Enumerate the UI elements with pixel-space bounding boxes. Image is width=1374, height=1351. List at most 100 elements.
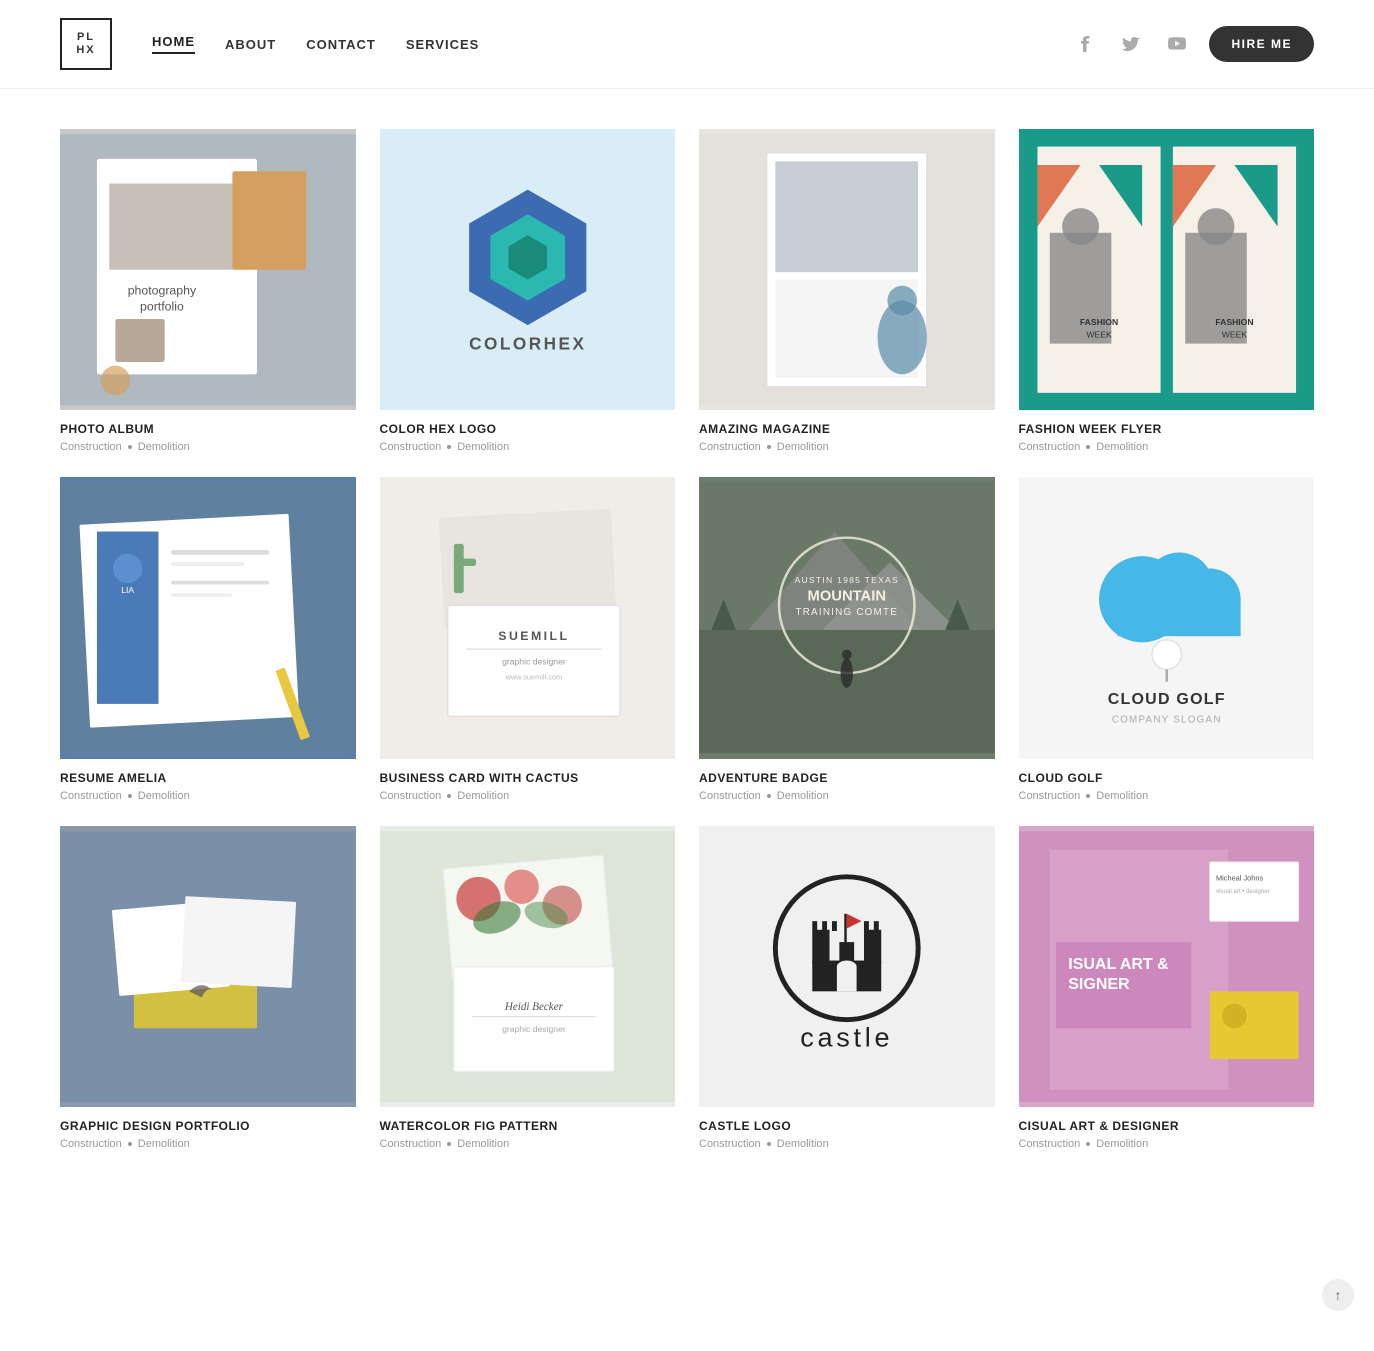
svg-text:Heidi Becker: Heidi Becker bbox=[503, 1001, 563, 1013]
logo-line2: HX bbox=[76, 44, 95, 57]
portfolio-image-cloud-golf: CLOUD GOLF COMPANY SLOGAN bbox=[1019, 477, 1315, 758]
meta-dot bbox=[767, 445, 771, 449]
portfolio-meta-photo-album: Construction Demolition bbox=[60, 441, 356, 453]
svg-text:SIGNER: SIGNER bbox=[1068, 976, 1130, 993]
portfolio-meta-castle-logo: Construction Demolition bbox=[699, 1138, 995, 1150]
portfolio-image-color-hex: COLORHEX bbox=[380, 129, 676, 410]
nav-about[interactable]: ABOUT bbox=[225, 37, 276, 52]
twitter-icon[interactable] bbox=[1117, 30, 1145, 58]
portfolio-item-business-card[interactable]: SUEMILL graphic designer www.suemill.com… bbox=[380, 477, 676, 801]
portfolio-item-cisual[interactable]: ISUAL ART & SIGNER Micheal Johns visual … bbox=[1019, 826, 1315, 1150]
svg-text:AUSTIN 1985 TEXAS: AUSTIN 1985 TEXAS bbox=[794, 576, 899, 586]
nav-home[interactable]: HOME bbox=[152, 34, 195, 54]
nav-contact[interactable]: CONTACT bbox=[306, 37, 376, 52]
svg-text:COLORHEX: COLORHEX bbox=[469, 334, 586, 354]
portfolio-title-cloud-golf: CLOUD GOLF bbox=[1019, 771, 1315, 785]
svg-text:graphic designer: graphic designer bbox=[502, 657, 566, 667]
header: PL HX HOME ABOUT CONTACT SERVICES HIRE M… bbox=[0, 0, 1374, 89]
portfolio-image-adventure-badge: AUSTIN 1985 TEXAS MOUNTAIN TRAINING COMT… bbox=[699, 477, 995, 758]
portfolio-title-color-hex: COLOR HEX LOGO bbox=[380, 422, 676, 436]
portfolio-image-castle-logo: castle bbox=[699, 826, 995, 1107]
portfolio-title-graphic-design: GRAPHIC DESIGN PORTFOLIO bbox=[60, 1119, 356, 1133]
meta-dot bbox=[447, 445, 451, 449]
portfolio-meta-watercolor: Construction Demolition bbox=[380, 1138, 676, 1150]
portfolio-image-business-card: SUEMILL graphic designer www.suemill.com bbox=[380, 477, 676, 758]
portfolio-item-adventure-badge[interactable]: AUSTIN 1985 TEXAS MOUNTAIN TRAINING COMT… bbox=[699, 477, 995, 801]
main-nav: HOME ABOUT CONTACT SERVICES bbox=[152, 34, 479, 54]
portfolio-title-watercolor: WATERCOLOR FIG PATTERN bbox=[380, 1119, 676, 1133]
portfolio-item-photo-album[interactable]: photography portfolio PHOTO ALBUM Constr… bbox=[60, 129, 356, 453]
portfolio-image-watercolor: Heidi Becker graphic designer bbox=[380, 826, 676, 1107]
portfolio-title-photo-album: PHOTO ALBUM bbox=[60, 422, 356, 436]
meta-dot bbox=[447, 1142, 451, 1146]
portfolio-meta-color-hex: Construction Demolition bbox=[380, 441, 676, 453]
svg-text:Micheal Johns: Micheal Johns bbox=[1216, 873, 1263, 882]
portfolio-item-resume-amelia[interactable]: LIA RESUME AMELIA Construction Demolitio… bbox=[60, 477, 356, 801]
svg-text:TRAINING COMTE: TRAINING COMTE bbox=[795, 608, 898, 619]
meta-dot bbox=[447, 794, 451, 798]
portfolio-title-business-card: BUSINESS CARD WITH CACTUS bbox=[380, 771, 676, 785]
scroll-to-top-button[interactable]: ↑ bbox=[1322, 1279, 1354, 1311]
svg-text:CLOUD GOLF: CLOUD GOLF bbox=[1107, 691, 1225, 708]
portfolio-meta-adventure-badge: Construction Demolition bbox=[699, 790, 995, 802]
header-right: HIRE ME bbox=[1071, 26, 1314, 62]
meta-dot bbox=[128, 1142, 132, 1146]
svg-text:photography: photography bbox=[128, 283, 197, 297]
logo[interactable]: PL HX bbox=[60, 18, 112, 70]
portfolio-image-amazing-magazine: THE SYAHIM MAG REAL WIN MAGAZINE bbox=[699, 129, 995, 410]
portfolio-meta-amazing-magazine: Construction Demolition bbox=[699, 441, 995, 453]
svg-text:ISUAL ART &: ISUAL ART & bbox=[1068, 956, 1169, 973]
svg-text:FASHION: FASHION bbox=[1215, 317, 1253, 327]
svg-text:castle: castle bbox=[800, 1022, 893, 1053]
svg-text:FASHION: FASHION bbox=[1079, 317, 1117, 327]
portfolio-image-photo-album: photography portfolio bbox=[60, 129, 356, 410]
hire-me-button[interactable]: HIRE ME bbox=[1209, 26, 1314, 62]
portfolio-image-graphic-design bbox=[60, 826, 356, 1107]
svg-text:LIA: LIA bbox=[121, 586, 134, 596]
svg-text:visual art • designer: visual art • designer bbox=[1216, 888, 1270, 895]
svg-text:WEEK: WEEK bbox=[1221, 329, 1247, 339]
portfolio-title-cisual: CISUAL ART & DESIGNER bbox=[1019, 1119, 1315, 1133]
svg-text:SUEMILL: SUEMILL bbox=[498, 629, 569, 643]
portfolio-grid: photography portfolio PHOTO ALBUM Constr… bbox=[60, 129, 1314, 1150]
portfolio-section: photography portfolio PHOTO ALBUM Constr… bbox=[0, 89, 1374, 1210]
portfolio-item-cloud-golf[interactable]: CLOUD GOLF COMPANY SLOGAN CLOUD GOLF Con… bbox=[1019, 477, 1315, 801]
svg-text:graphic designer: graphic designer bbox=[502, 1024, 566, 1034]
meta-dot bbox=[128, 794, 132, 798]
meta-dot bbox=[1086, 794, 1090, 798]
portfolio-item-fashion-week[interactable]: FASHION WEEK FASHION WEEK FASHION WEEK F… bbox=[1019, 129, 1315, 453]
portfolio-title-adventure-badge: ADVENTURE BADGE bbox=[699, 771, 995, 785]
logo-line1: PL bbox=[77, 31, 95, 44]
meta-dot bbox=[1086, 445, 1090, 449]
portfolio-item-amazing-magazine[interactable]: THE SYAHIM MAG REAL WIN MAGAZINE AMAZING… bbox=[699, 129, 995, 453]
portfolio-item-graphic-design[interactable]: GRAPHIC DESIGN PORTFOLIO Construction De… bbox=[60, 826, 356, 1150]
meta-dot bbox=[1086, 1142, 1090, 1146]
portfolio-meta-graphic-design: Construction Demolition bbox=[60, 1138, 356, 1150]
portfolio-image-fashion-week: FASHION WEEK FASHION WEEK bbox=[1019, 129, 1315, 410]
portfolio-meta-cisual: Construction Demolition bbox=[1019, 1138, 1315, 1150]
svg-text:www.suemill.com: www.suemill.com bbox=[504, 673, 562, 682]
portfolio-title-amazing-magazine: AMAZING MAGAZINE bbox=[699, 422, 995, 436]
meta-dot bbox=[767, 794, 771, 798]
portfolio-item-color-hex[interactable]: COLORHEX COLOR HEX LOGO Construction Dem… bbox=[380, 129, 676, 453]
svg-text:portfolio: portfolio bbox=[140, 299, 184, 313]
svg-text:WEEK: WEEK bbox=[1086, 329, 1112, 339]
portfolio-meta-fashion-week: Construction Demolition bbox=[1019, 441, 1315, 453]
portfolio-meta-business-card: Construction Demolition bbox=[380, 790, 676, 802]
portfolio-title-castle-logo: CASTLE LOGO bbox=[699, 1119, 995, 1133]
portfolio-image-cisual: ISUAL ART & SIGNER Micheal Johns visual … bbox=[1019, 826, 1315, 1107]
portfolio-item-watercolor[interactable]: Heidi Becker graphic designer WATERCOLOR… bbox=[380, 826, 676, 1150]
facebook-icon[interactable] bbox=[1071, 30, 1099, 58]
portfolio-image-resume-amelia: LIA bbox=[60, 477, 356, 758]
portfolio-title-fashion-week: FASHION WEEK FLYER bbox=[1019, 422, 1315, 436]
meta-dot bbox=[767, 1142, 771, 1146]
portfolio-meta-resume-amelia: Construction Demolition bbox=[60, 790, 356, 802]
meta-dot bbox=[128, 445, 132, 449]
youtube-icon[interactable] bbox=[1163, 30, 1191, 58]
portfolio-meta-cloud-golf: Construction Demolition bbox=[1019, 790, 1315, 802]
svg-text:MOUNTAIN: MOUNTAIN bbox=[808, 589, 886, 605]
nav-services[interactable]: SERVICES bbox=[406, 37, 480, 52]
portfolio-title-resume-amelia: RESUME AMELIA bbox=[60, 771, 356, 785]
svg-text:COMPANY SLOGAN: COMPANY SLOGAN bbox=[1111, 715, 1221, 726]
portfolio-item-castle-logo[interactable]: castle CASTLE LOGO Construction Demoliti… bbox=[699, 826, 995, 1150]
